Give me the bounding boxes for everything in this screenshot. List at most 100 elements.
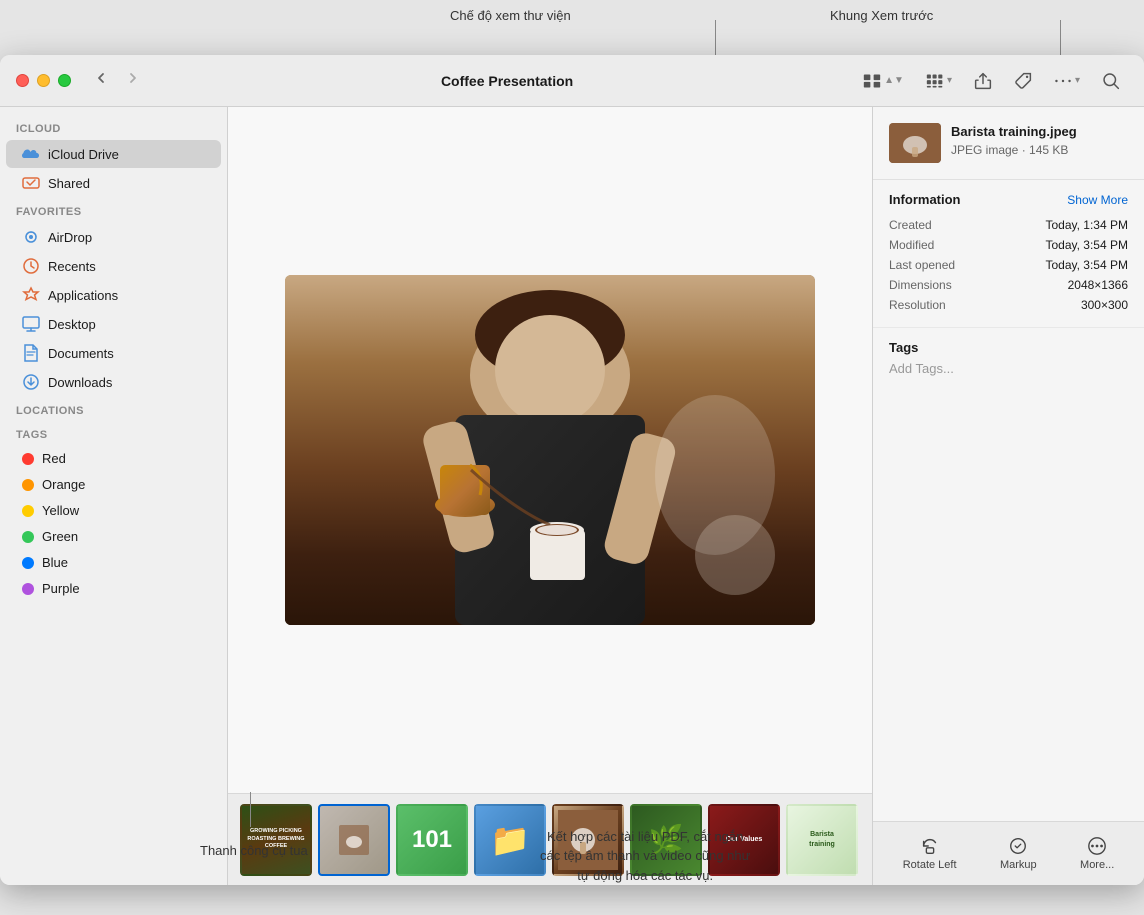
recents-icon (22, 257, 40, 275)
traffic-lights (16, 74, 71, 87)
tags-section-title: Tags (889, 340, 1128, 355)
toolbar-icons: ▲▼ ▾ (855, 67, 1128, 95)
sidebar-item-tag-green[interactable]: Green (6, 524, 221, 549)
purple-tag-label: Purple (42, 581, 80, 596)
thumbnail-item[interactable]: Baristatraining (786, 804, 858, 876)
show-more-button[interactable]: Show More (1067, 193, 1128, 207)
maximize-button[interactable] (58, 74, 71, 87)
grid-view-button[interactable]: ▾ (918, 67, 960, 95)
thumb1-label: GROWING PICKING ROASTING BREWING COFFEE (246, 828, 306, 851)
thumbnail-item[interactable]: 101 (396, 804, 468, 876)
thumb8-label: Baristatraining (809, 830, 835, 850)
more-tools-label: More... (1080, 859, 1114, 871)
orange-tag-label: Orange (42, 477, 85, 492)
locations-section-header: Locations (0, 397, 227, 421)
tags-button[interactable] (1006, 67, 1040, 95)
applications-label: Applications (48, 288, 118, 303)
sidebar-item-shared[interactable]: Shared (6, 169, 221, 197)
last-opened-value: Today, 3:54 PM (1046, 258, 1129, 272)
thumbnail-item[interactable] (318, 804, 390, 876)
shared-label: Shared (48, 176, 90, 191)
info-row-last-opened: Last opened Today, 3:54 PM (889, 255, 1128, 275)
content-area: iCloud iCloud Drive Shared (0, 107, 1144, 885)
created-value: Today, 1:34 PM (1046, 218, 1129, 232)
desktop-label: Desktop (48, 317, 96, 332)
thumbnail-item[interactable]: 🌿 (630, 804, 702, 876)
info-row-created: Created Today, 1:34 PM (889, 215, 1128, 235)
sidebar-item-airdrop[interactable]: AirDrop (6, 223, 221, 251)
recents-label: Recents (48, 259, 96, 274)
preview-toolbar: Rotate Left Markup (873, 821, 1144, 885)
minimize-button[interactable] (37, 74, 50, 87)
downloads-label: Downloads (48, 375, 112, 390)
preview-tags-section: Tags Add Tags... (873, 328, 1144, 388)
dimensions-value: 2048×1366 (1068, 278, 1128, 292)
sidebar-item-documents[interactable]: Documents (6, 339, 221, 367)
view-switcher-button[interactable]: ▲▼ (855, 67, 912, 95)
icloud-section-header: iCloud (0, 115, 227, 139)
applications-icon (22, 286, 40, 304)
rotate-left-label: Rotate Left (903, 859, 957, 871)
red-tag-label: Red (42, 451, 66, 466)
sidebar-item-tag-blue[interactable]: Blue (6, 550, 221, 575)
thumbnail-item[interactable] (552, 804, 624, 876)
tags-section-header: Tags (0, 421, 227, 445)
info-row-resolution: Resolution 300×300 (889, 295, 1128, 315)
preview-panel: Barista training.jpeg JPEG image · 145 K… (872, 107, 1144, 885)
airdrop-label: AirDrop (48, 230, 92, 245)
sidebar-item-tag-yellow[interactable]: Yellow (6, 498, 221, 523)
sidebar-item-recents[interactable]: Recents (6, 252, 221, 280)
preview-pane-annotation: Khung Xem trước (830, 8, 933, 23)
shared-icon (22, 174, 40, 192)
markup-label: Markup (1000, 859, 1037, 871)
search-button[interactable] (1094, 67, 1128, 95)
preview-file-info: Barista training.jpeg JPEG image · 145 K… (951, 123, 1128, 157)
main-and-preview: GROWING PICKING ROASTING BREWING COFFEE … (228, 107, 1144, 885)
nav-buttons (87, 68, 147, 93)
thumbnail-item[interactable]: GROWING PICKING ROASTING BREWING COFFEE (240, 804, 312, 876)
desktop-icon (22, 315, 40, 333)
resolution-label: Resolution (889, 298, 946, 312)
preview-header: Barista training.jpeg JPEG image · 145 K… (873, 107, 1144, 180)
grid-chevron: ▾ (947, 75, 952, 86)
info-row-modified: Modified Today, 3:54 PM (889, 235, 1128, 255)
last-opened-label: Last opened (889, 258, 955, 272)
thumb7-label: Our Values (726, 836, 763, 843)
preview-thumbnail (889, 123, 941, 163)
sidebar-item-applications[interactable]: Applications (6, 281, 221, 309)
sidebar-item-tag-purple[interactable]: Purple (6, 576, 221, 601)
add-tags-field[interactable]: Add Tags... (889, 361, 1128, 376)
sidebar-item-tag-red[interactable]: Red (6, 446, 221, 471)
documents-label: Documents (48, 346, 114, 361)
thumbnail-item[interactable]: Our Values (708, 804, 780, 876)
close-button[interactable] (16, 74, 29, 87)
gallery-area (228, 107, 872, 793)
preview-info-section: Information Show More Created Today, 1:3… (873, 180, 1144, 328)
more-options-button[interactable]: ▾ (1046, 67, 1088, 95)
back-button[interactable] (87, 68, 115, 93)
library-annotation-line (715, 20, 716, 58)
more-options-chevron: ▾ (1075, 75, 1080, 86)
rotate-left-button[interactable]: Rotate Left (891, 832, 969, 875)
barista-image-visual (285, 275, 815, 625)
modified-value: Today, 3:54 PM (1046, 238, 1129, 252)
forward-button[interactable] (119, 68, 147, 93)
red-tag-dot (22, 453, 34, 465)
thumbnail-item[interactable]: 📁 (474, 804, 546, 876)
markup-button[interactable]: Markup (988, 832, 1049, 875)
yellow-tag-label: Yellow (42, 503, 79, 518)
sidebar-item-downloads[interactable]: Downloads (6, 368, 221, 396)
icloud-drive-label: iCloud Drive (48, 147, 119, 162)
sidebar-item-icloud-drive[interactable]: iCloud Drive (6, 140, 221, 168)
more-tools-button[interactable]: More... (1068, 832, 1126, 875)
dimensions-label: Dimensions (889, 278, 952, 292)
preview-filename: Barista training.jpeg (951, 123, 1128, 141)
main-image (285, 275, 815, 625)
created-label: Created (889, 218, 932, 232)
preview-annotation-line (1060, 20, 1061, 58)
sidebar-item-tag-orange[interactable]: Orange (6, 472, 221, 497)
thumb3-label: 101 (412, 826, 452, 854)
info-row-dimensions: Dimensions 2048×1366 (889, 275, 1128, 295)
sidebar-item-desktop[interactable]: Desktop (6, 310, 221, 338)
share-button[interactable] (966, 67, 1000, 95)
